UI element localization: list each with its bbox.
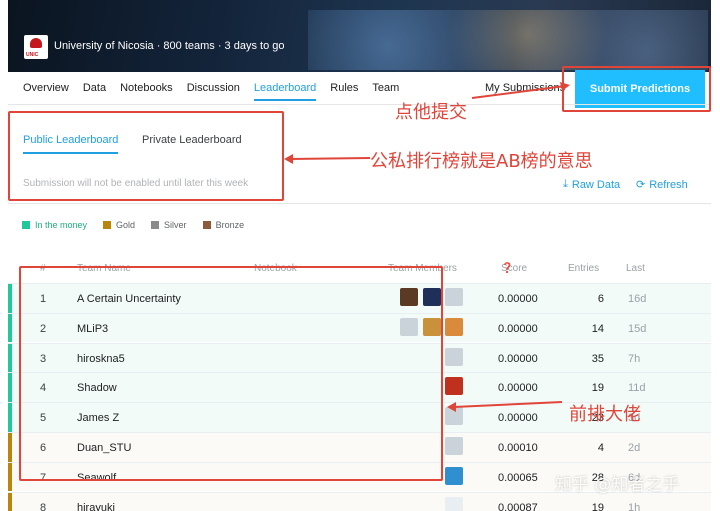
legend-in-the-money: In the money [22,220,87,230]
medal-legend: In the money Gold Silver Bronze [22,220,260,230]
tab-notebooks[interactable]: Notebooks [120,82,173,101]
tab-leaderboard[interactable]: Leaderboard [253,82,317,101]
swatch-in-the-money [22,221,30,229]
swatch-silver [151,221,160,229]
team-member-avatar[interactable] [445,288,463,306]
annotation-arrow-leaderboards [284,154,371,164]
medal-indicator [8,462,12,492]
competition-host-line: University of Nicosia · 800 teams · 3 da… [54,40,285,52]
swatch-gold [103,221,112,229]
annotation-box-leaderboards [8,111,284,201]
section-divider [8,203,711,204]
last-cell: 15d [628,322,647,335]
entries-cell: 19 [591,382,604,395]
annotation-top-players: 前排大佬 [569,404,641,425]
last-cell: 16d [628,293,647,305]
entries-cell: 14 [591,322,604,335]
competition-tabs: Overview Data Notebooks Discussion Leade… [23,82,413,101]
entries-cell: 19 [591,501,604,511]
legend-silver: Silver [151,220,187,230]
entries-cell: 4 [597,442,604,454]
team-name-cell[interactable]: hirayuki [77,502,115,511]
help-icon: ❓ [501,263,514,274]
team-member-avatar[interactable] [445,466,463,485]
tab-data[interactable]: Data [83,82,106,101]
score-cell: 0.00000 [498,382,538,395]
team-member-avatar[interactable] [445,377,463,396]
annotation-arrow-top-rows [447,401,563,412]
score-cell: 0.00000 [498,322,538,335]
team-member-avatar[interactable] [445,317,463,336]
raw-data-link[interactable]: ⤓ Raw Data [563,178,620,191]
annotation-ab-board: 公私排行榜就是AB榜的意思 [370,151,593,172]
last-cell: 1h [628,501,641,511]
tab-overview[interactable]: Overview [23,82,69,101]
medal-indicator [8,313,12,343]
refresh-icon: ⟳ [636,179,646,191]
annotation-click-submit: 点他提交 [395,102,467,123]
last-cell: 7h [628,352,641,365]
refresh-link[interactable]: ⟳ Refresh [636,178,688,192]
team-member-avatar[interactable] [445,496,463,511]
last-cell: 11d [628,382,646,395]
annotation-box-submit [562,66,711,112]
medal-indicator [8,373,12,402]
score-cell: 0.00087 [498,501,538,511]
tab-discussion[interactable]: Discussion [187,82,240,101]
legend-bronze: Bronze [202,220,244,230]
legend-gold: Gold [103,220,135,230]
team-member-avatar[interactable] [445,437,463,455]
swatch-bronze [202,221,211,229]
university-logo: UNIC [24,35,48,59]
medal-indicator [8,492,12,511]
col-last: Last [626,263,645,274]
entries-cell: 35 [591,352,604,365]
team-member-avatar[interactable] [445,347,463,366]
score-cell: 0.00010 [498,442,538,454]
rank-cell: 8 [40,501,47,511]
competition-banner: UNIC University of Nicosia · 800 teams ·… [8,0,711,72]
download-icon: ⤓ [563,178,568,190]
annotation-box-top-rows [19,266,443,481]
watermark: 知乎 @知者之乎 [555,475,680,495]
last-cell: 2d [628,442,641,454]
medal-indicator [8,403,12,432]
entries-cell: 6 [597,293,604,305]
tab-rules[interactable]: Rules [330,82,358,101]
score-cell: 0.00065 [498,471,538,484]
col-entries: Entries [568,263,600,274]
medal-indicator [8,433,12,462]
city-lights-image [308,10,708,70]
medal-indicator [8,284,12,313]
score-cell: 0.00000 [498,293,538,305]
medal-indicator [8,343,12,373]
annotation-arrow-submit [471,82,570,99]
score-cell: 0.00000 [498,352,538,365]
